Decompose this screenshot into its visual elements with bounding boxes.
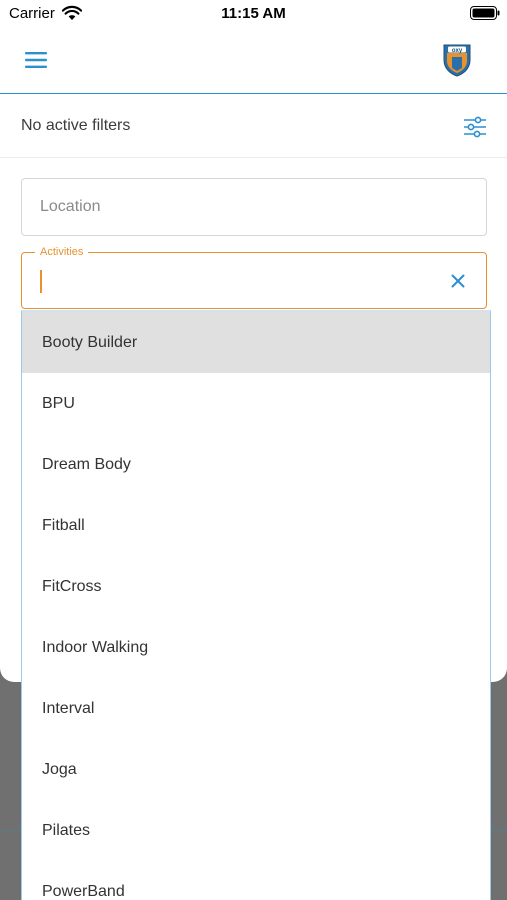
sliders-icon[interactable] [462,115,488,139]
dropdown-option[interactable]: Fitball [22,495,490,556]
app-header: oxy [0,28,507,94]
activities-dropdown: Booty Builder BPU Dream Body Fitball FitCros… [21,310,491,900]
close-icon[interactable] [450,273,466,289]
oxy-logo-icon: oxy [443,44,471,77]
dropdown-option[interactable]: Pilates [22,800,490,861]
status-time: 11:15 AM [221,5,286,22]
dropdown-option[interactable]: Joga [22,739,490,800]
dropdown-option[interactable]: Interval [22,678,490,739]
battery-icon [470,6,500,20]
dropdown-option[interactable]: PowerBand [22,861,490,900]
filters-summary-text: No active filters [21,117,131,134]
svg-text:oxy: oxy [452,48,463,54]
dropdown-option[interactable]: Booty Builder [22,312,490,373]
dropdown-option[interactable]: FitCross [22,556,490,617]
status-bar: Carrier 11:15 AM [0,0,507,28]
location-input[interactable] [22,179,486,235]
dropdown-option[interactable]: Indoor Walking [22,617,490,678]
app-screen: Carrier 11:15 AM oxy No active filters L… [0,0,507,900]
filters-summary-row: No active filters [0,95,507,158]
activities-label: Activities [35,245,89,259]
dropdown-option[interactable]: BPU [22,373,490,434]
activities-field[interactable]: Activities [21,245,487,309]
hamburger-menu-icon[interactable] [20,46,52,74]
dropdown-option[interactable]: Dream Body [22,434,490,495]
location-field [21,178,487,236]
text-caret [40,270,42,293]
